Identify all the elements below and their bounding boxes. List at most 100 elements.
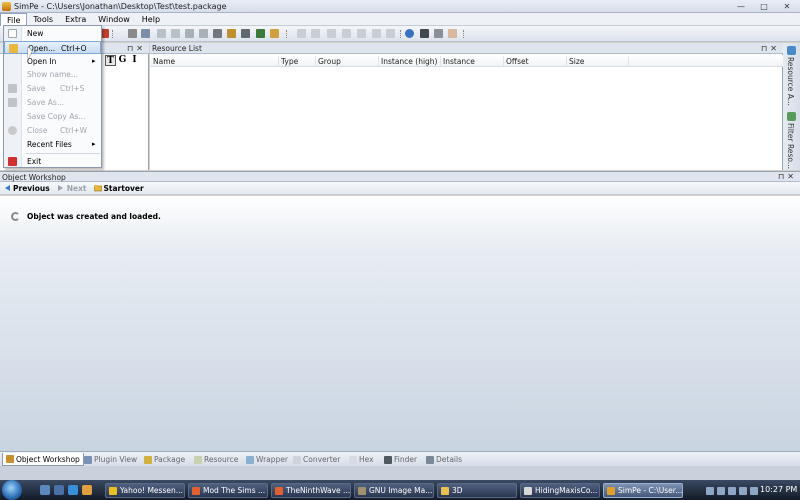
menu-item-new[interactable]: New [4,27,101,40]
resource-list-close-button[interactable]: ✕ [770,44,780,53]
toolbar-window5-icon[interactable] [357,29,366,38]
object-workshop-title: Object Workshop [2,173,66,182]
previous-button[interactable]: Previous [3,184,50,193]
toolbar-window2-icon[interactable] [311,29,320,38]
window-title: SimPe - C:\Users\Jonathan\Desktop\Test\t… [14,2,227,11]
toolbar-window6-icon[interactable] [372,29,381,38]
menu-bar: File Tools Extra Window Help [0,13,800,26]
toolbar-grip-2[interactable] [286,30,290,38]
menu-item-save-copy-as[interactable]: Save Copy As... [4,110,101,123]
column-group[interactable]: Group [318,57,341,67]
sort-instance-button[interactable]: I [129,55,140,66]
tab-plugin-view[interactable]: Plugin View [81,453,140,466]
startover-button[interactable]: Startover [93,184,144,193]
minimize-button[interactable]: — [730,1,752,12]
sort-group-button[interactable]: G [117,55,128,66]
task-yahoo-messenger[interactable]: Yahoo! Messen... [105,483,185,498]
toolbar-grip-3[interactable] [400,30,404,38]
quicklaunch-switch-icon[interactable] [54,485,64,495]
tab-resource[interactable]: Resource [191,453,241,466]
side-tab-filter-resources[interactable]: Filter Reso... [786,123,795,169]
maximize-button[interactable]: □ [753,1,775,12]
tray-icon-1[interactable] [706,486,714,495]
toolbar-lock-icon[interactable] [128,29,137,38]
menu-item-save[interactable]: Save Ctrl+S [4,82,101,95]
toolbar-refresh-icon[interactable] [405,29,414,38]
gimp-icon [358,486,366,495]
tab-converter[interactable]: Converter [290,453,343,466]
column-instance[interactable]: Instance [443,57,475,67]
toolbar-window7-icon[interactable] [386,29,395,38]
quicklaunch-ie-icon[interactable] [68,485,78,495]
tray-icon-3[interactable] [728,486,736,495]
menu-help[interactable]: Help [136,13,166,26]
toolbar-object-icon[interactable] [199,29,208,38]
toolbar-grid-icon[interactable] [157,29,166,38]
resource-action-icon [787,46,796,55]
task-3d[interactable]: 3D [437,483,517,498]
tab-object-workshop[interactable]: Object Workshop [2,453,84,466]
menu-item-exit[interactable]: Exit [4,155,101,168]
title-bar[interactable]: SimPe - C:\Users\Jonathan\Desktop\Test\t… [0,0,800,13]
converter-icon [293,455,301,464]
left-panel-close-button[interactable]: ✕ [136,44,146,53]
column-size[interactable]: Size [569,57,584,67]
menu-item-open[interactable]: Open... Ctrl+O [4,41,101,54]
toolbar-wrench-icon[interactable] [434,29,443,38]
next-button[interactable]: Next [57,184,87,193]
toolbar [0,26,800,42]
menu-item-recent-files[interactable]: Recent Files ▸ [4,138,101,151]
column-type[interactable]: Type [281,57,298,67]
tab-details[interactable]: Details [423,453,465,466]
column-instance-high[interactable]: Instance (high) [381,57,438,67]
folder-icon-taskbar [441,486,449,495]
quicklaunch-desktop-icon[interactable] [40,485,50,495]
menu-item-open-in[interactable]: Open In ▸ [4,55,101,68]
toolbar-id-icon[interactable] [241,29,250,38]
task-theninthwave[interactable]: TheNinthWave ... [271,483,351,498]
side-tab-resource-actions[interactable]: Resource A... [786,57,795,106]
menu-item-show-name[interactable]: Show name... [4,68,101,81]
toolbar-window4-icon[interactable] [342,29,351,38]
toolbar-house-icon[interactable] [256,29,265,38]
column-offset[interactable]: Offset [506,57,529,67]
toolbar-window3-icon[interactable] [327,29,336,38]
toolbar-cabinet-icon[interactable] [227,29,236,38]
sort-type-button[interactable]: T [105,55,116,66]
tab-wrapper[interactable]: Wrapper [243,453,291,466]
menu-item-save-as[interactable]: Save As... [4,96,101,109]
windows-taskbar: Yahoo! Messen... Mod The Sims ... TheNin… [0,480,800,500]
toolbar-person-icon[interactable] [420,29,429,38]
task-mod-the-sims[interactable]: Mod The Sims ... [188,483,268,498]
tray-volume-icon[interactable] [750,486,758,495]
toolbar-grid2-icon[interactable] [171,29,180,38]
toolbar-sim-icon[interactable] [270,29,279,38]
task-simpe[interactable]: SimPe - C:\User... [603,483,683,498]
toolbar-eraser-icon[interactable] [448,29,457,38]
wrapper-icon [246,455,254,464]
toolbar-grip-4[interactable] [463,30,467,38]
column-name[interactable]: Name [153,57,175,67]
start-button[interactable] [2,480,22,500]
toolbar-save-icon[interactable] [141,29,150,38]
close-window-button[interactable]: ✕ [776,1,798,12]
resource-list-panel: Resource List ⊓✕ Name Type Group Instanc… [150,43,783,170]
object-workshop-close-button[interactable]: ✕ [787,172,797,181]
toolbar-grip[interactable] [112,30,116,38]
toolbar-mesh-icon[interactable] [185,29,194,38]
resource-list-pin-button[interactable]: ⊓ [761,44,770,53]
tab-package[interactable]: Package [141,453,188,466]
task-hidingmaxis[interactable]: HidingMaxisCo... [520,483,600,498]
left-panel-pin-button[interactable]: ⊓ [127,44,136,53]
tray-network-icon[interactable] [739,486,747,495]
quicklaunch-media-icon[interactable] [82,485,92,495]
menu-item-close[interactable]: Close Ctrl+W [4,124,101,137]
toolbar-tools-icon[interactable] [213,29,222,38]
taskbar-clock[interactable]: 10:27 PM [760,485,797,494]
tab-hex[interactable]: Hex [346,453,377,466]
object-workshop-pin-button[interactable]: ⊓ [778,172,787,181]
task-gimp[interactable]: GNU Image Ma... [354,483,434,498]
tab-finder[interactable]: Finder [381,453,420,466]
toolbar-window-icon[interactable] [297,29,306,38]
tray-icon-2[interactable] [717,486,725,495]
